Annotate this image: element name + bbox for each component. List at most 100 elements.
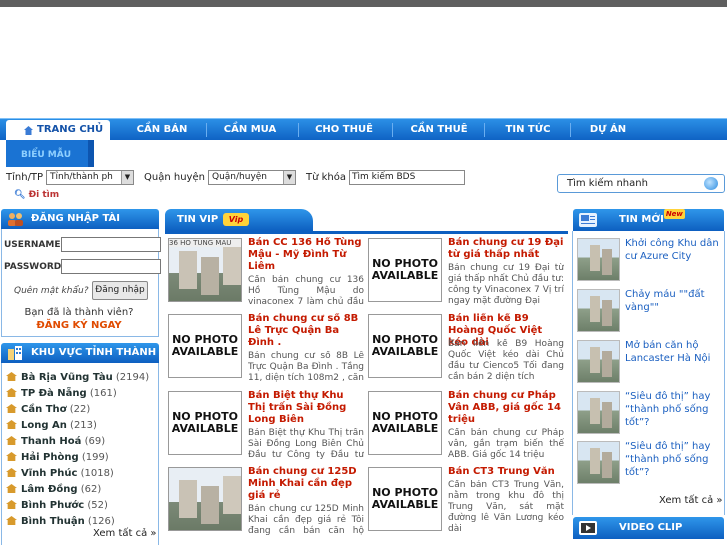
area-name: Bình Thuận (21, 516, 85, 527)
news-item[interactable]: “Siêu đô thị” hay “thành phố sống tốt”? (574, 439, 724, 491)
search-go-button[interactable]: 🔍︎ Đi tìm (14, 190, 59, 200)
listing-photo[interactable] (168, 467, 242, 531)
nav-item-can-mua[interactable]: CẦN MUA (210, 119, 290, 141)
no-photo-placeholder[interactable]: NO PHOTO AVAILABLE (168, 391, 242, 455)
area-count: (1018) (80, 468, 114, 479)
province-select[interactable]: Tỉnh/thành ph ▼ (46, 170, 134, 185)
vip-tab-label: TIN VIP (177, 214, 219, 225)
listing-card[interactable]: 36 HO TUNG MAU Bán CC 136 Hồ Tùng Mậu - M… (166, 233, 366, 309)
nav-item-can-thue[interactable]: CẦN THUÊ (398, 119, 480, 141)
listing-description: Cần bán chung cư Pháp vân, gần trạm biến… (448, 428, 564, 460)
news-see-all-link[interactable]: Xem tất cả » (659, 495, 723, 506)
area-item[interactable]: Hải Phòng (199) (6, 450, 109, 465)
nav-item-can-ban[interactable]: CẦN BÁN (122, 119, 202, 141)
listing-description: Cần bán chung cư 136 Hồ Tùng Mậu do vina… (248, 275, 364, 307)
area-count: (126) (87, 516, 115, 527)
news-link[interactable]: Chảy máu ""đất vàng"" (625, 288, 723, 314)
area-item[interactable]: Cần Thơ (22) (6, 402, 90, 417)
search-go-label: Đi tìm (28, 190, 60, 200)
house-icon (6, 452, 17, 461)
news-item[interactable]: Khởi công Khu dân cư Azure City (574, 236, 724, 288)
news-link[interactable]: “Siêu đô thị” hay “thành phố sống tốt”? (625, 390, 723, 429)
news-thumbnail[interactable] (577, 289, 620, 332)
vip-badge: Vip (223, 213, 249, 226)
password-field[interactable] (61, 259, 161, 274)
news-thumbnail[interactable] (577, 441, 620, 484)
area-count: (213) (70, 420, 97, 431)
area-name: Hải Phòng (21, 452, 79, 463)
listing-card[interactable]: NO PHOTO AVAILABLE Bán chung cư số 8B Lê … (166, 309, 366, 385)
listing-card[interactable]: NO PHOTO AVAILABLE Bán Biệt thự Khu Thị t… (166, 386, 366, 462)
news-link[interactable]: Khởi công Khu dân cư Azure City (625, 237, 723, 263)
listing-title[interactable]: Bán chung cư 125D Minh Khai cần đẹp giá … (248, 466, 364, 502)
news-thumbnail[interactable] (577, 238, 620, 281)
area-item[interactable]: TP Đà Nẵng (161) (6, 386, 117, 401)
area-item[interactable]: Vĩnh Phúc (1018) (6, 466, 114, 481)
news-item[interactable]: Mở bán căn hộ Lancaster Hà Nội (574, 338, 724, 390)
area-item[interactable]: Bình Phước (52) (6, 498, 108, 513)
nav-home-tab[interactable]: TRANG CHỦ (6, 120, 110, 141)
nav-item-cho-thue[interactable]: CHO THUÊ (300, 119, 388, 141)
listing-card[interactable]: Bán chung cư 125D Minh Khai cần đẹp giá … (166, 462, 366, 538)
top-bar (0, 0, 727, 7)
nav-item-bieu-mau[interactable]: BIỂU MẪU (6, 140, 94, 167)
listing-card[interactable]: NO PHOTO AVAILABLE Bán CT3 Trung Văn Cần b… (366, 462, 566, 538)
area-item[interactable]: Thanh Hoá (69) (6, 434, 105, 449)
listing-card[interactable]: NO PHOTO AVAILABLE Bán chung cư 19 Đại từ… (366, 233, 566, 309)
area-count: (62) (80, 484, 102, 495)
video-icon (579, 521, 597, 544)
area-title: KHU VỰC TỈNH THÀNH (31, 347, 157, 358)
listing-title[interactable]: Bán CT3 Trung Văn (448, 466, 564, 478)
nav-divider (298, 123, 299, 137)
district-select[interactable]: Quận/huyện ▼ (208, 170, 296, 185)
tab-vip[interactable]: TIN VIP Vip (165, 209, 313, 231)
news-item[interactable]: “Siêu đô thị” hay “thành phố sống tốt”? (574, 389, 724, 441)
news-title: TIN MỚI (619, 214, 664, 225)
login-button[interactable]: Đăng nhập (92, 281, 148, 300)
area-name: Cần Thơ (21, 404, 67, 415)
listing-card[interactable]: NO PHOTO AVAILABLE Bán chung cư Pháp Vân … (366, 386, 566, 462)
area-item[interactable]: Bình Thuận (126) (6, 514, 115, 529)
listing-title[interactable]: Bán chung cư 19 Đại từ giá thấp nhất (448, 237, 564, 261)
nav-item-tin-tuc[interactable]: TIN TỨC (488, 119, 568, 141)
area-name: Bình Phước (21, 500, 85, 511)
username-label: USERNAME: (4, 240, 65, 250)
register-link[interactable]: ĐĂNG KÝ NGAY (0, 320, 158, 331)
chevron-down-icon: ▼ (283, 171, 295, 184)
no-photo-placeholder[interactable]: NO PHOTO AVAILABLE (368, 467, 442, 531)
search-icon[interactable] (704, 177, 718, 190)
forgot-password-link[interactable]: Quên mật khẩu? (14, 286, 88, 296)
listing-title[interactable]: Bán chung cư số 8B Lê Trực Quận Ba Đình … (248, 313, 364, 349)
listing-photo[interactable]: 36 HO TUNG MAU (168, 238, 242, 302)
area-item[interactable]: Long An (213) (6, 418, 97, 433)
listing-card[interactable]: NO PHOTO AVAILABLE Bán liền kề B9 Hoàng Q… (366, 309, 566, 385)
news-thumbnail[interactable] (577, 340, 620, 383)
listing-title[interactable]: Bán Biệt thự Khu Thị trấn Sài Đồng Long … (248, 390, 364, 426)
nav-item-du-an[interactable]: DỰ ÁN (572, 119, 644, 141)
area-name: Lâm Đồng (21, 484, 78, 495)
news-link[interactable]: Mở bán căn hộ Lancaster Hà Nội (625, 339, 723, 365)
photo-caption: 36 HO TUNG MAU (169, 239, 241, 247)
news-item[interactable]: Chảy máu ""đất vàng"" (574, 287, 724, 339)
house-icon (6, 372, 17, 381)
no-photo-placeholder[interactable]: NO PHOTO AVAILABLE (368, 391, 442, 455)
area-item[interactable]: Lâm Đồng (62) (6, 482, 101, 497)
area-item[interactable]: Bà Rịa Vũng Tàu (2194) (6, 370, 149, 385)
news-border (724, 231, 725, 515)
areas-see-all-link[interactable]: Xem tất cả » (93, 528, 157, 539)
keyword-input[interactable]: Tìm kiếm BDS (349, 170, 465, 185)
no-photo-placeholder[interactable]: NO PHOTO AVAILABLE (368, 238, 442, 302)
video-title: VIDEO CLIP (619, 522, 683, 533)
house-icon (6, 388, 17, 397)
quick-search-input[interactable]: Tìm kiếm nhanh (557, 174, 725, 193)
area-count: (52) (87, 500, 108, 511)
news-thumbnail[interactable] (577, 391, 620, 434)
listing-title[interactable]: Bán chung cư Pháp Vân ABB, giá gốc 14 tr… (448, 390, 564, 426)
no-photo-placeholder[interactable]: NO PHOTO AVAILABLE (368, 314, 442, 378)
news-link[interactable]: “Siêu đô thị” hay “thành phố sống tốt”? (625, 440, 723, 479)
no-photo-placeholder[interactable]: NO PHOTO AVAILABLE (168, 314, 242, 378)
username-field[interactable] (61, 237, 161, 252)
quick-search-placeholder: Tìm kiếm nhanh (567, 178, 648, 189)
area-count: (22) (69, 404, 91, 415)
listing-title[interactable]: Bán CC 136 Hồ Tùng Mậu - Mỹ Đình Từ Liêm (248, 237, 364, 273)
